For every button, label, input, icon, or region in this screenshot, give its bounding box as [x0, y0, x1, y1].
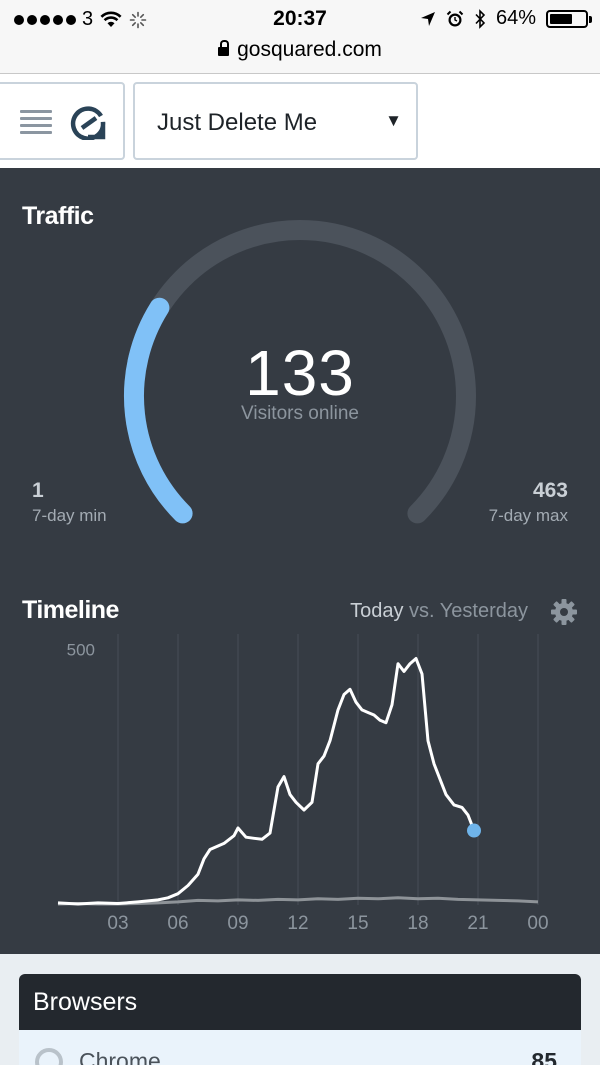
- x-tick-label: 15: [347, 913, 368, 934]
- chrome-icon: [35, 1048, 63, 1065]
- x-tick-label: 03: [107, 913, 128, 934]
- x-tick-label: 12: [287, 913, 308, 934]
- x-tick-label: 09: [227, 913, 248, 934]
- battery-icon: [546, 9, 592, 28]
- browser-row[interactable]: Chrome 85: [19, 1030, 581, 1065]
- series-line-today: [57, 657, 476, 906]
- browser-count: 85: [531, 1048, 557, 1065]
- alarm-icon: [446, 10, 464, 26]
- x-tick-label: 06: [167, 913, 188, 934]
- current-point-marker[interactable]: [467, 823, 481, 838]
- menu-button[interactable]: [0, 82, 125, 160]
- bluetooth-icon: [475, 8, 486, 29]
- y-tick-label: 500: [67, 640, 95, 659]
- gosquared-logo-icon[interactable]: [70, 104, 106, 140]
- caret-down-icon: ▼: [385, 111, 402, 130]
- site-name: Just Delete Me: [157, 109, 318, 136]
- lock-icon: [218, 40, 230, 56]
- address-bar[interactable]: gosquared.com: [0, 38, 600, 74]
- browsers-title: Browsers: [19, 974, 581, 1030]
- location-arrow-icon: [420, 11, 435, 26]
- x-tick-label: 18: [407, 913, 428, 934]
- battery-fill: [550, 13, 572, 24]
- app-header: Just Delete Me ▼: [0, 75, 600, 168]
- x-tick-label: 00: [527, 913, 548, 934]
- timeline-chart: 03 06 09 12 15 18 21 00 500: [57, 634, 549, 934]
- hamburger-icon[interactable]: [20, 110, 52, 134]
- status-right: 64%: [420, 7, 592, 30]
- browser-name: Chrome: [79, 1048, 161, 1065]
- browsers-card: Browsers Chrome 85: [19, 974, 581, 1065]
- site-selector-dropdown[interactable]: Just Delete Me ▼: [133, 82, 418, 160]
- x-tick-label: 21: [467, 913, 488, 934]
- status-bar: 3 20:37 64%: [0, 0, 600, 38]
- battery-percent: 64%: [495, 7, 536, 29]
- url-domain: gosquared.com: [237, 38, 382, 61]
- lower-section: Browsers Chrome 85: [0, 954, 600, 1065]
- dashboard-panel: Traffic 133 Visitors online 1 7-day min …: [0, 168, 600, 954]
